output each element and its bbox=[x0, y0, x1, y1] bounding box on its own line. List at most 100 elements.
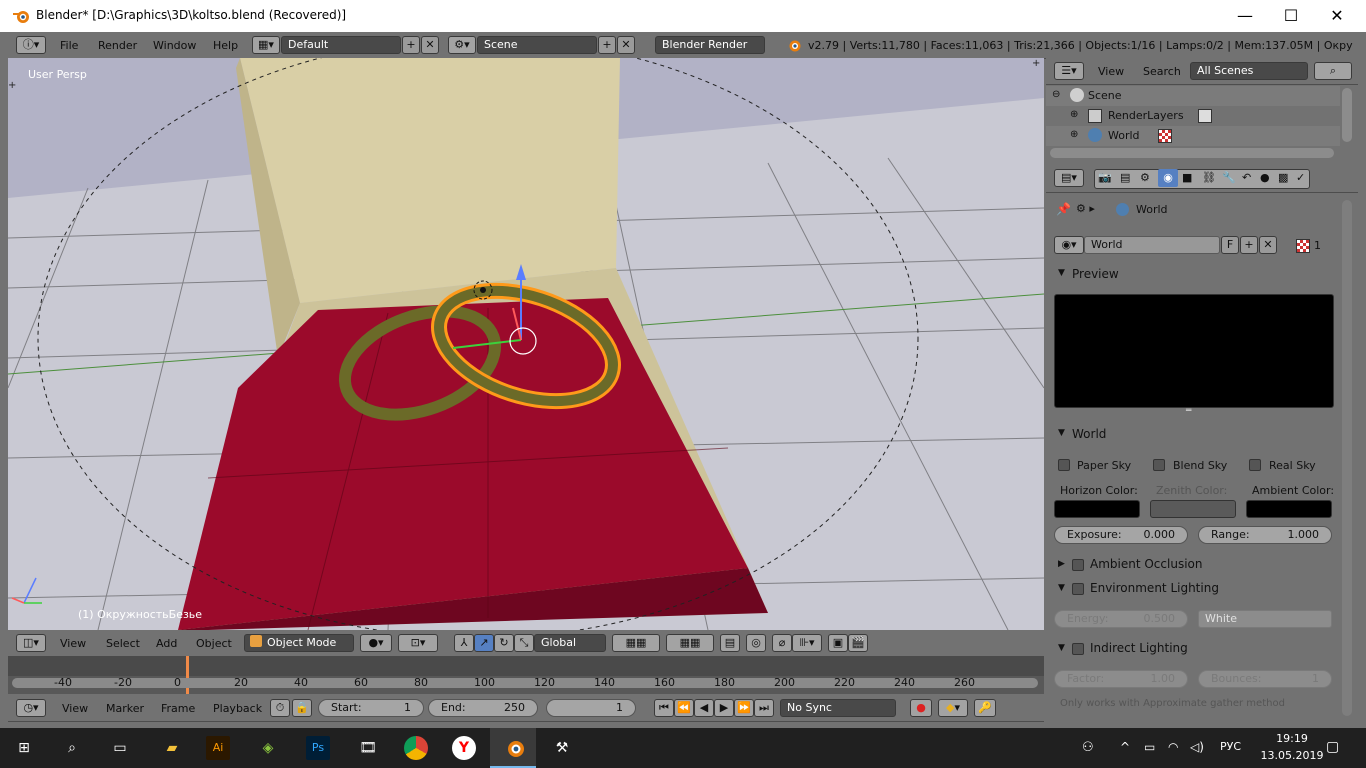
collapse-icon[interactable]: ⊖ bbox=[1052, 89, 1060, 100]
translate-manipulator-icon[interactable]: ↗ bbox=[474, 634, 494, 652]
notifications-icon[interactable]: ▢ bbox=[1326, 739, 1339, 755]
input-language[interactable]: РУС bbox=[1220, 740, 1241, 753]
scale-manipulator-icon[interactable]: ⤡ bbox=[514, 634, 534, 652]
illustrator-icon[interactable]: Ai bbox=[206, 736, 230, 760]
world-name-field[interactable]: World bbox=[1084, 236, 1220, 254]
outliner-row-renderlayers[interactable]: ⊕ RenderLayers bbox=[1046, 106, 1340, 126]
panel-indirect-lighting-header[interactable]: ▼ Indirect Lighting bbox=[1050, 638, 1332, 660]
yandex-browser-icon[interactable]: Y bbox=[452, 736, 476, 760]
menu-view[interactable]: View bbox=[60, 637, 86, 650]
outliner-horizontal-scrollbar[interactable] bbox=[1050, 148, 1334, 158]
bounces-field[interactable]: Bounces: 1 bbox=[1198, 670, 1332, 688]
current-frame-field[interactable]: 1 bbox=[546, 699, 636, 717]
indirect-lighting-checkbox[interactable] bbox=[1072, 643, 1084, 655]
file-explorer-icon[interactable]: ▰ bbox=[160, 736, 184, 760]
paper-sky-checkbox[interactable] bbox=[1058, 459, 1070, 471]
modifiers-tab-icon[interactable]: 🔧 bbox=[1222, 171, 1236, 184]
auto-keyframe-icon[interactable]: ● bbox=[910, 699, 932, 717]
minimize-button[interactable]: — bbox=[1222, 0, 1268, 32]
energy-field[interactable]: Energy: 0.500 bbox=[1054, 610, 1188, 628]
timeline-menu-frame[interactable]: Frame bbox=[161, 702, 195, 715]
resize-grip-icon[interactable]: ═ bbox=[1186, 406, 1191, 416]
menu-object[interactable]: Object bbox=[196, 637, 232, 650]
layers-grid-icon[interactable]: ▦▦ bbox=[612, 634, 660, 652]
3d-viewport[interactable]: User Persp (1) ОкружностьБезье + + bbox=[8, 58, 1044, 630]
world-browse-icon[interactable]: ◉▾ bbox=[1054, 236, 1084, 254]
opengl-animation-icon[interactable]: 🎬 bbox=[848, 634, 868, 652]
editor-type-info-icon[interactable]: ⓘ▾ bbox=[16, 36, 46, 54]
editor-type-outliner-icon[interactable]: ☰▾ bbox=[1054, 62, 1084, 80]
blend-sky-checkbox[interactable] bbox=[1153, 459, 1165, 471]
app-icon[interactable]: ◈ bbox=[256, 736, 280, 760]
object-tab-icon[interactable]: ■ bbox=[1182, 171, 1192, 184]
horizon-color-swatch[interactable] bbox=[1054, 500, 1140, 518]
play-icon[interactable]: ▶ bbox=[714, 699, 734, 717]
start-button-icon[interactable]: ⊞ bbox=[12, 736, 36, 760]
people-icon[interactable]: ⚇ bbox=[1082, 740, 1094, 755]
manipulator-toggle-icon[interactable]: ⅄ bbox=[454, 634, 474, 652]
zbrush-icon[interactable]: ⚒ bbox=[550, 736, 574, 760]
layers-grid-2-icon[interactable]: ▦▦ bbox=[666, 634, 714, 652]
fake-user-button[interactable]: F bbox=[1221, 236, 1239, 254]
preview-range-icon[interactable]: ⏱ bbox=[270, 699, 290, 717]
texture-tab-icon[interactable]: ▩ bbox=[1278, 171, 1288, 184]
clock-date[interactable]: 13.05.2019 bbox=[1258, 749, 1326, 762]
sync-mode-select[interactable]: No Sync bbox=[780, 699, 896, 717]
timeline-menu-playback[interactable]: Playback bbox=[213, 702, 262, 715]
scene-tab-icon[interactable]: ⚙ bbox=[1140, 171, 1150, 184]
media-player-icon[interactable]: 🎞 bbox=[356, 736, 380, 760]
render-engine-select[interactable]: Blender Render bbox=[655, 36, 765, 54]
physics-tab-icon[interactable]: ✓ bbox=[1296, 171, 1305, 184]
jump-start-icon[interactable]: ⏮ bbox=[654, 699, 674, 717]
proportional-edit-icon[interactable]: ◎ bbox=[746, 634, 766, 652]
world-tab-icon[interactable]: ◉ bbox=[1158, 169, 1178, 187]
range-field[interactable]: Range: 1.000 bbox=[1198, 526, 1332, 544]
network-icon[interactable]: ◠ bbox=[1168, 740, 1178, 754]
outliner-vertical-scrollbar[interactable] bbox=[1342, 88, 1352, 142]
outliner-row-scene[interactable]: ⊖ Scene bbox=[1046, 86, 1340, 106]
rotate-manipulator-icon[interactable]: ↻ bbox=[494, 634, 514, 652]
remove-scene-button[interactable]: ✕ bbox=[617, 36, 635, 54]
menu-window[interactable]: Window bbox=[153, 39, 196, 52]
battery-icon[interactable]: ▭ bbox=[1144, 740, 1155, 754]
editor-type-timeline-icon[interactable]: ◷▾ bbox=[16, 699, 46, 717]
real-sky-checkbox[interactable] bbox=[1249, 459, 1261, 471]
lock-layers-icon[interactable]: ▤ bbox=[720, 634, 740, 652]
transform-orientation-select[interactable]: Global bbox=[534, 634, 606, 652]
properties-scrollbar[interactable] bbox=[1342, 200, 1352, 716]
menu-select[interactable]: Select bbox=[106, 637, 140, 650]
timeline-menu-view[interactable]: View bbox=[62, 702, 88, 715]
menu-file[interactable]: File bbox=[60, 39, 78, 52]
keying-set-icon[interactable]: ◆▾ bbox=[938, 699, 968, 717]
pivot-point-icon[interactable]: ⊡▾ bbox=[398, 634, 438, 652]
editor-type-properties-icon[interactable]: ▤▾ bbox=[1054, 169, 1084, 187]
screen-layout-field[interactable]: Default bbox=[281, 36, 401, 54]
factor-field[interactable]: Factor: 1.00 bbox=[1054, 670, 1188, 688]
snap-element-icon[interactable]: ⊪▾ bbox=[792, 634, 822, 652]
screen-layout-icon[interactable]: ▦▾ bbox=[252, 36, 280, 54]
expand-icon[interactable]: ⊕ bbox=[1070, 129, 1078, 140]
environment-lighting-checkbox[interactable] bbox=[1072, 583, 1084, 595]
render-tab-icon[interactable]: 📷 bbox=[1098, 171, 1112, 184]
search-icon[interactable]: ⌕ bbox=[60, 736, 84, 760]
panel-ambient-occlusion-header[interactable]: ▶ Ambient Occlusion bbox=[1050, 554, 1332, 576]
outliner-row-world[interactable]: ⊕ World bbox=[1046, 126, 1340, 146]
pin-icon[interactable]: 📌 bbox=[1056, 202, 1071, 216]
chrome-icon[interactable] bbox=[404, 736, 428, 760]
opengl-render-icon[interactable]: ▣ bbox=[828, 634, 848, 652]
snap-toggle-icon[interactable]: ⌀ bbox=[772, 634, 792, 652]
tray-chevron-icon[interactable]: ^ bbox=[1120, 740, 1130, 754]
panel-environment-lighting-header[interactable]: ▼ Environment Lighting bbox=[1050, 578, 1332, 600]
jump-end-icon[interactable]: ⏭ bbox=[754, 699, 774, 717]
timeline[interactable]: -40 -20 0 20 40 60 80 100 120 140 160 180 200 220 240 2… bbox=[8, 656, 1044, 694]
add-screen-button[interactable]: + bbox=[402, 36, 420, 54]
jump-keyframe-back-icon[interactable]: ⏪ bbox=[674, 699, 694, 717]
material-tab-icon[interactable]: ● bbox=[1260, 171, 1270, 184]
menu-add[interactable]: Add bbox=[156, 637, 177, 650]
maximize-button[interactable]: ☐ bbox=[1268, 0, 1314, 32]
timeline-scrollbar[interactable] bbox=[12, 678, 1038, 688]
constraints-tab-icon[interactable]: ⛓ bbox=[1202, 171, 1216, 184]
timeline-menu-marker[interactable]: Marker bbox=[106, 702, 144, 715]
properties-shelf-toggle-icon[interactable]: + bbox=[1032, 58, 1040, 69]
play-reverse-icon[interactable]: ◀ bbox=[694, 699, 714, 717]
